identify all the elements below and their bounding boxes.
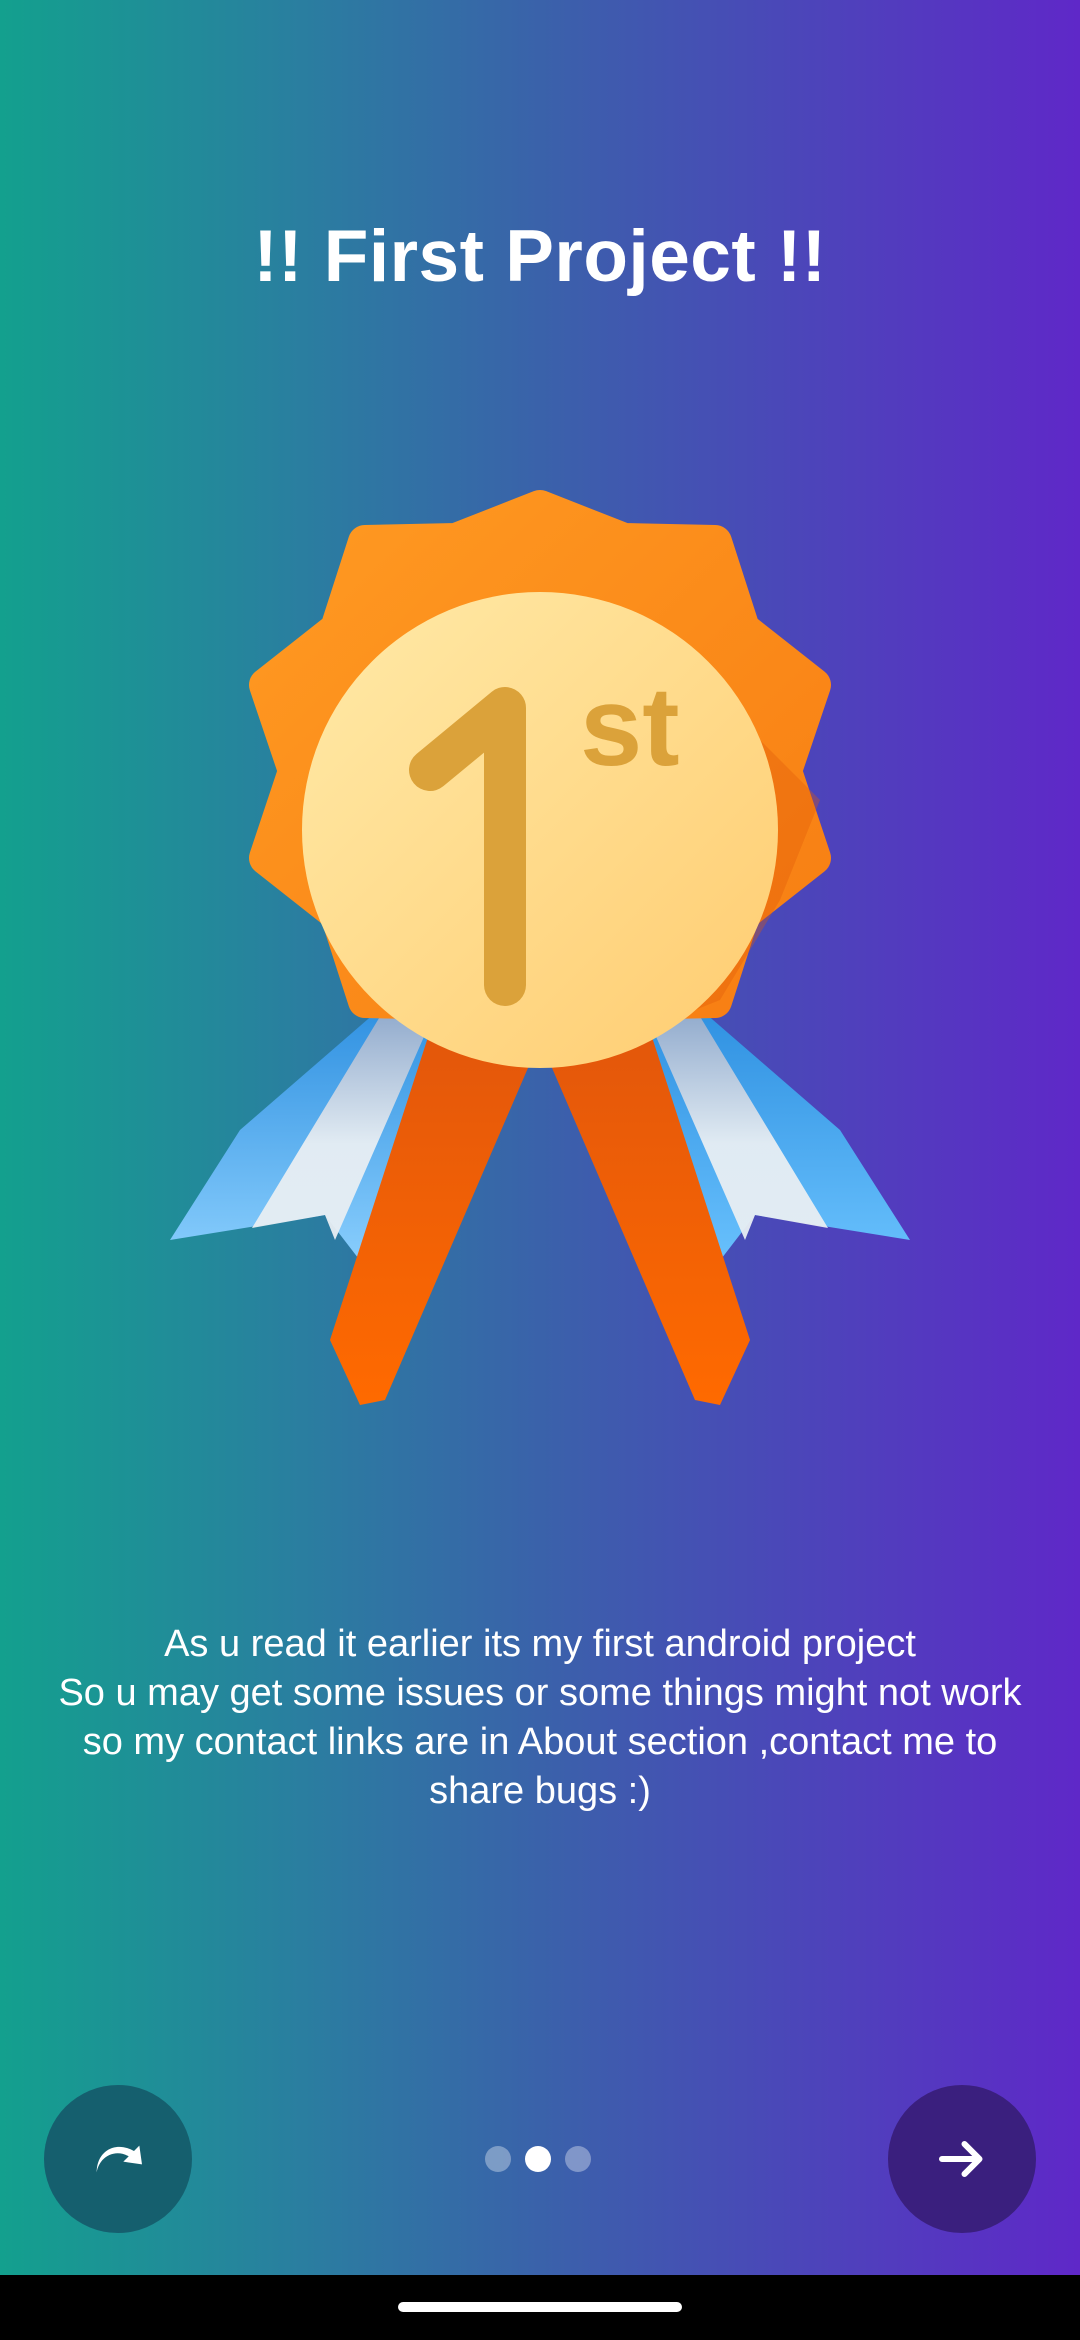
description-line: As u read it earlier its my first androi… [164,1623,916,1665]
home-gesture-handle[interactable] [398,2302,682,2312]
description-line: So u may get some issues or some things … [58,1672,1022,1714]
page-dot-active[interactable] [525,2146,551,2172]
skip-button[interactable] [44,2085,192,2233]
medal-suffix: st [580,664,680,789]
arrow-right-icon [939,2141,983,2177]
page-title: !! First Project !! [253,216,827,297]
description-text: As u read it earlier its my first androi… [40,1620,1040,1816]
first-place-medal-icon: st [170,490,910,1405]
description-line: so my contact links are in About section… [82,1721,998,1812]
page-dot[interactable] [565,2146,591,2172]
page-indicator [485,2145,591,2173]
page-dot[interactable] [485,2146,511,2172]
next-button[interactable] [888,2085,1036,2233]
redo-icon [96,2145,142,2173]
onboarding-screen: !! First Project !! st As u read it earl… [0,0,1080,2275]
